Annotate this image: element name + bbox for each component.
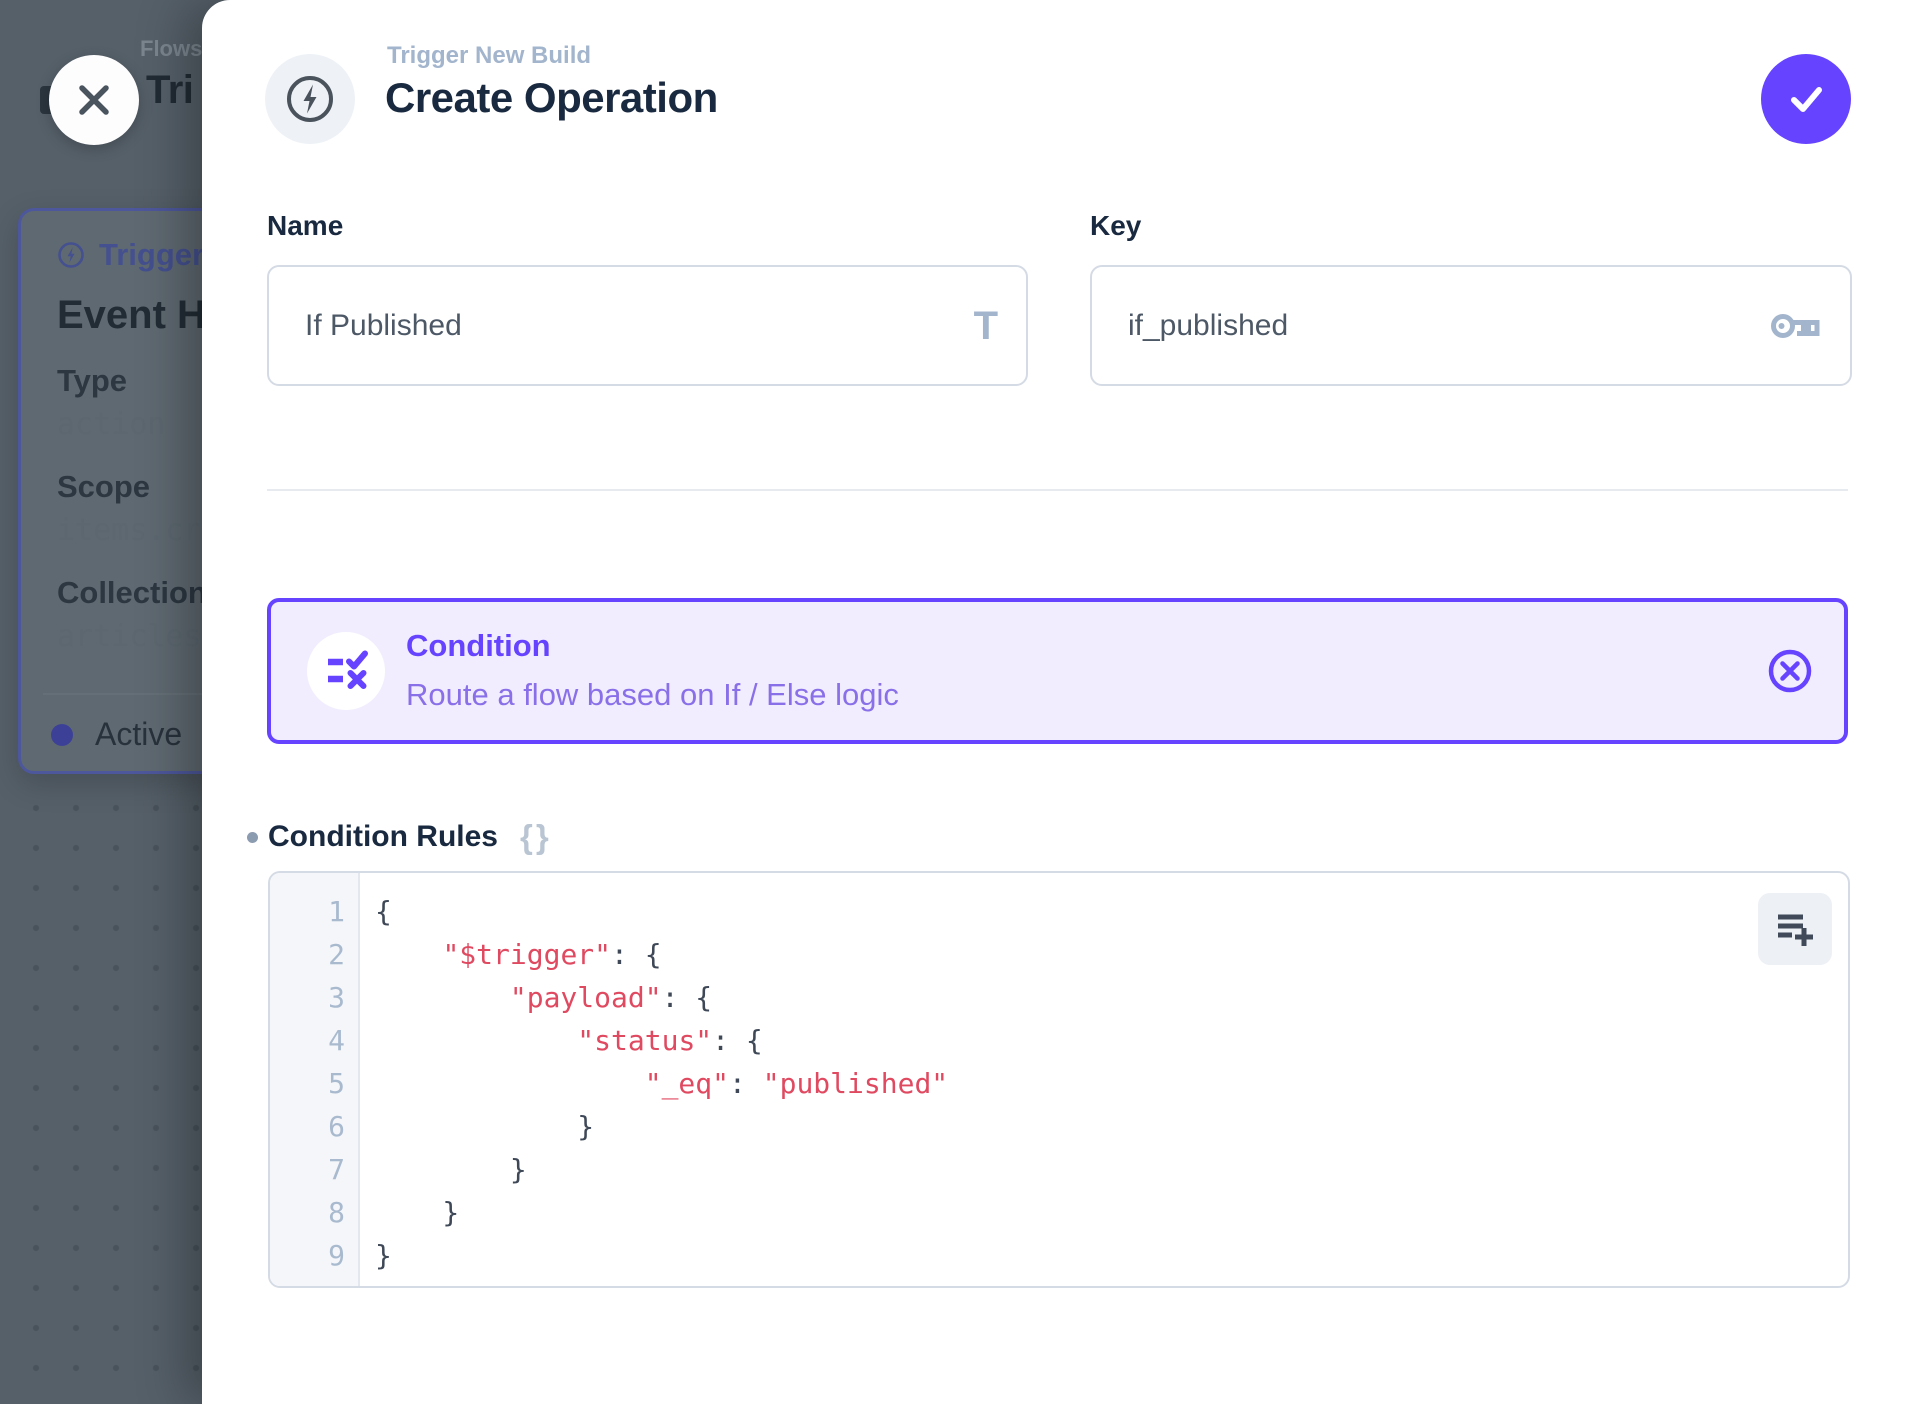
status-label: Active: [85, 716, 182, 753]
key-input[interactable]: if_published: [1090, 265, 1852, 386]
bolt-circle-icon: [57, 241, 85, 269]
line-number-column: 123456789: [270, 873, 360, 1286]
save-button[interactable]: [1761, 54, 1851, 144]
condition-rules-editor: 123456789 { "$trigger": { "payload": { "…: [268, 871, 1850, 1288]
remove-operation-button[interactable]: [1766, 647, 1814, 695]
modified-dot-icon: [247, 832, 258, 843]
editor-options-button[interactable]: [1758, 893, 1832, 965]
field-label: Scope: [57, 469, 150, 505]
operation-type-card-condition[interactable]: Condition Route a flow based on If / Els…: [267, 598, 1848, 744]
drawer-title: Create Operation: [385, 74, 718, 122]
field-value: items.cre: [57, 513, 220, 548]
field-label: Type: [57, 363, 127, 399]
field-value: action: [57, 407, 165, 442]
key-field-label: Key: [1090, 210, 1141, 242]
status-badge: Active: [51, 716, 226, 753]
operation-card-title: Condition: [406, 628, 551, 664]
condition-rules-header: Condition Rules {}: [247, 818, 552, 856]
drawer-breadcrumb: Trigger New Build: [387, 42, 591, 70]
page-title: Tri: [146, 68, 193, 113]
name-input-value: If Published: [305, 309, 462, 343]
title-icon: T: [974, 306, 998, 346]
status-dot-icon: [51, 724, 73, 746]
check-icon: [1780, 73, 1832, 125]
breadcrumb: Flows: [140, 36, 202, 62]
operation-card-subtitle: Route a flow based on If / Else logic: [406, 677, 899, 713]
trigger-panel-header: Trigger: [99, 237, 204, 273]
section-divider: [267, 489, 1848, 491]
name-input[interactable]: If Published T: [267, 265, 1028, 386]
close-drawer-button[interactable]: [49, 55, 139, 145]
close-icon: [73, 79, 115, 121]
code-lines[interactable]: { "$trigger": { "payload": { "status": {…: [362, 873, 1848, 1286]
key-input-value: if_published: [1128, 309, 1288, 343]
field-label: Collections: [57, 575, 224, 611]
bolt-circle-icon: [265, 54, 355, 144]
name-field-label: Name: [267, 210, 343, 242]
braces-icon: {}: [520, 818, 552, 856]
screen: Flows Tri Trigger Event Hook Type action…: [0, 0, 1906, 1404]
key-icon: [1770, 309, 1822, 343]
close-circle-icon: [1766, 647, 1814, 695]
playlist-add-icon: [1773, 907, 1817, 951]
field-value: articles: [57, 619, 202, 654]
condition-rules-label: Condition Rules: [268, 820, 498, 854]
rule-icon: [307, 632, 385, 710]
create-operation-drawer: Trigger New Build Create Operation Name …: [202, 0, 1906, 1404]
